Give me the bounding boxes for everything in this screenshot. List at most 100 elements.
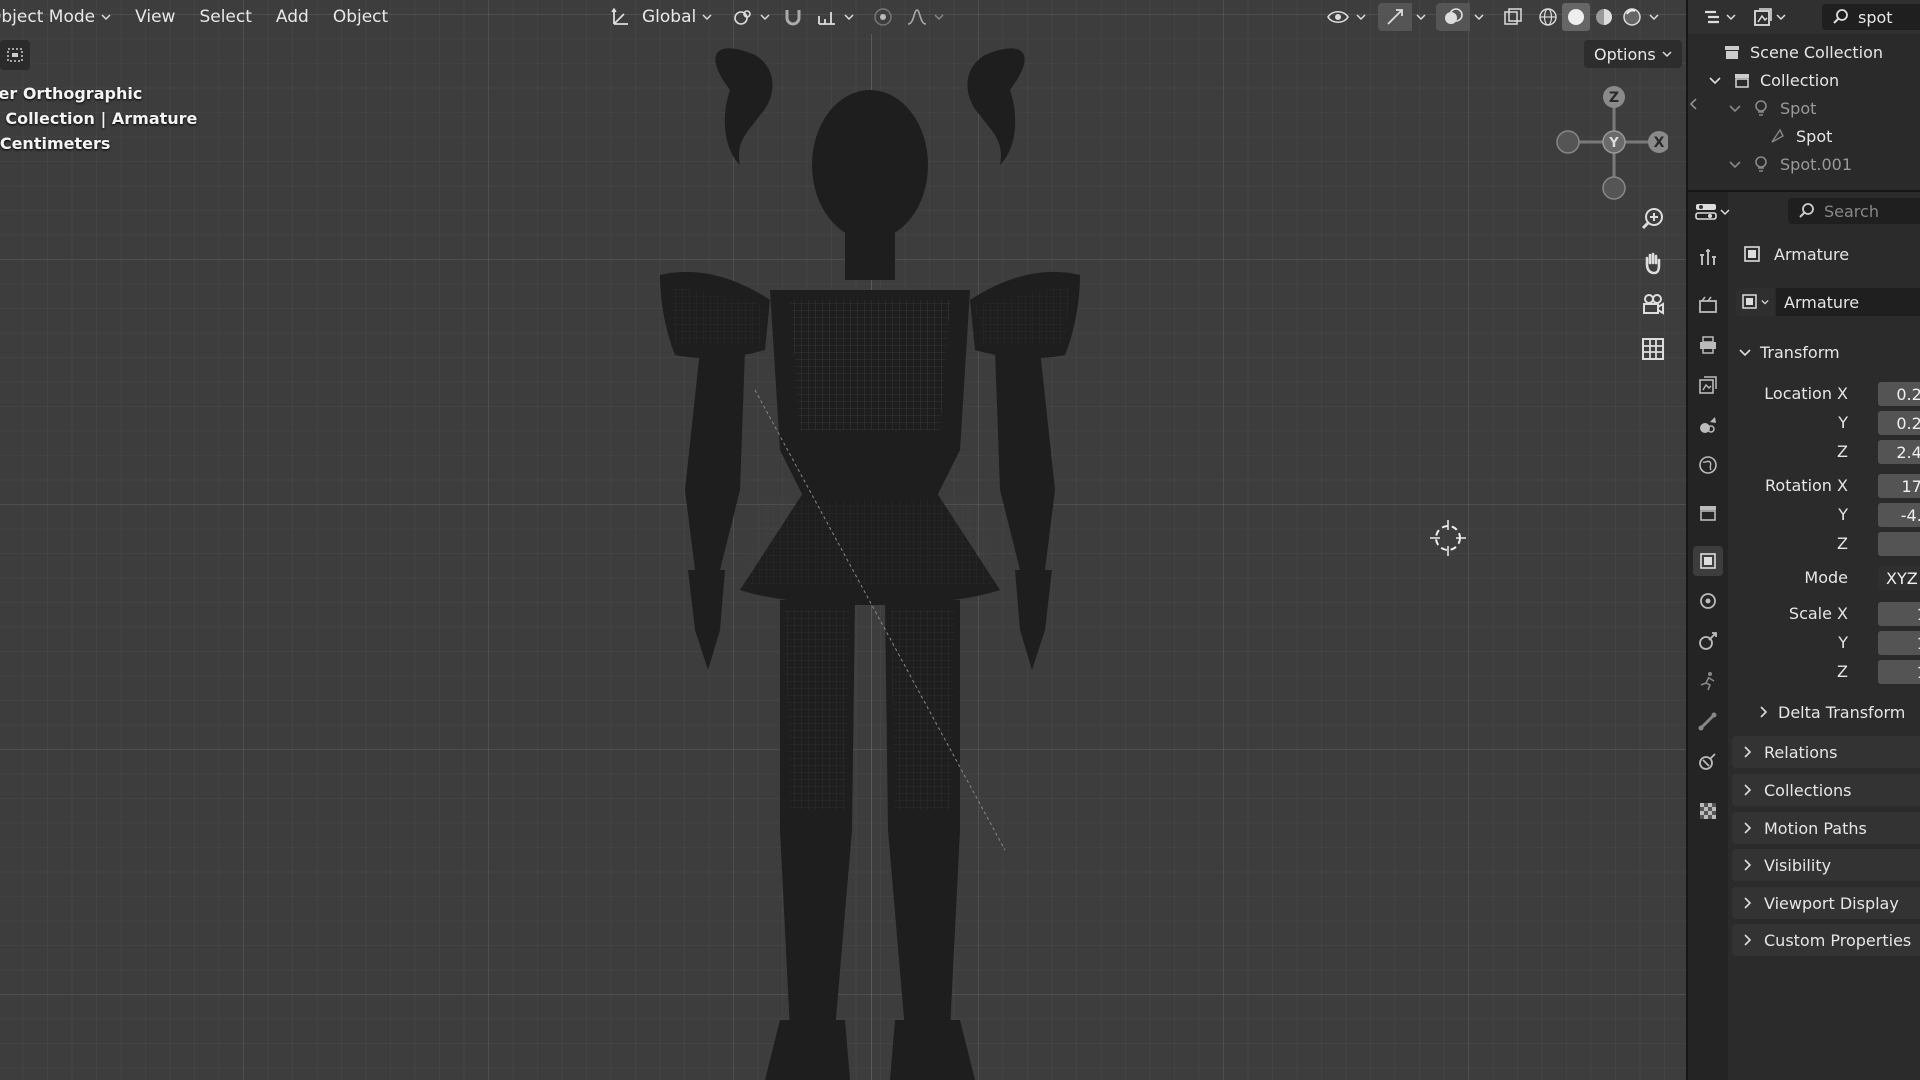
view-layer-icon	[1754, 8, 1772, 26]
navigation-gizmo[interactable]: Z X Y	[1548, 80, 1668, 200]
collection-icon	[1735, 74, 1749, 88]
tab-view-layer[interactable]	[1693, 370, 1723, 400]
tab-tool[interactable]	[1693, 242, 1723, 272]
outliner-row-scene-collection[interactable]: Scene Collection	[1722, 38, 1883, 66]
snap-toggle[interactable]	[776, 3, 810, 31]
outliner-row-spot-data[interactable]: Spot	[1768, 122, 1832, 150]
datablock-name-input[interactable]: Armature	[1776, 288, 1920, 316]
properties-editor-select[interactable]	[1694, 198, 1730, 226]
gizmo-toggle[interactable]	[1378, 3, 1412, 31]
xray-toggle[interactable]	[1496, 3, 1530, 31]
gizmo-x-label[interactable]: X	[1654, 135, 1665, 151]
custom-properties-panel-header[interactable]: Custom Properties	[1732, 924, 1920, 956]
view-name-text: User Orthographic	[0, 84, 143, 103]
camera-view-button[interactable]	[1636, 288, 1670, 322]
tab-object-data[interactable]	[1693, 706, 1723, 736]
proportional-edit-icon	[874, 8, 892, 26]
location-z-field[interactable]: 2.47	[1878, 440, 1920, 464]
gizmo-z-label[interactable]: Z	[1609, 90, 1619, 106]
outliner-row-label: Spot.001	[1780, 154, 1852, 174]
viewport-display-panel-header[interactable]: Viewport Display	[1732, 887, 1920, 919]
menu-add[interactable]: Add	[264, 0, 321, 34]
location-x-field[interactable]: 0.29	[1878, 382, 1920, 406]
shading-material-button[interactable]	[1590, 3, 1618, 31]
outliner-row-collection[interactable]: Collection	[1708, 66, 1839, 94]
magnet-icon	[785, 10, 801, 26]
character-model[interactable]	[640, 30, 1100, 1080]
visibility-panel-header[interactable]: Visibility	[1732, 849, 1920, 881]
overlays-toggle[interactable]	[1436, 3, 1470, 31]
overlays-dropdown[interactable]	[1470, 3, 1488, 31]
panel-title: Motion Paths	[1764, 818, 1867, 838]
tab-world[interactable]	[1693, 450, 1723, 480]
transform-panel-header[interactable]: Transform	[1738, 338, 1840, 366]
mode-select[interactable]: Object Mode	[0, 0, 117, 34]
toolbar-toggle-button[interactable]	[0, 40, 30, 70]
shading-wireframe-button[interactable]	[1534, 3, 1562, 31]
tab-output[interactable]	[1693, 330, 1723, 360]
perspective-toggle-button[interactable]	[1636, 332, 1670, 366]
chevron-down-icon[interactable]	[1728, 157, 1742, 171]
menu-select[interactable]: Select	[187, 0, 263, 34]
object-datablock-field[interactable]: Armature	[1736, 288, 1920, 316]
tab-object[interactable]	[1693, 546, 1723, 576]
pivot-icon	[734, 10, 752, 25]
snap-target-button[interactable]	[810, 3, 860, 31]
3d-viewport[interactable]: Object Mode View Select Add Object Globa…	[0, 0, 1686, 1080]
shading-solid-button[interactable]	[1562, 3, 1590, 31]
running-figure-icon	[1700, 672, 1715, 691]
menu-view[interactable]: View	[123, 0, 187, 34]
zoom-button[interactable]	[1636, 202, 1670, 236]
editor-type-select[interactable]	[1702, 3, 1736, 31]
tab-physics[interactable]	[1693, 666, 1723, 696]
rotation-z-field[interactable]: 0	[1878, 532, 1920, 556]
outliner-search-value: spot	[1858, 7, 1893, 27]
location-y-field[interactable]: 0.24	[1878, 411, 1920, 435]
proportional-edit-toggle[interactable]	[866, 3, 900, 31]
relations-panel-header[interactable]: Relations	[1732, 736, 1920, 768]
rotation-y-field[interactable]: -4.1	[1878, 503, 1920, 527]
properties-search-input[interactable]: Search	[1788, 198, 1920, 224]
search-icon	[1799, 203, 1814, 218]
outliner-row-spot[interactable]: Spot	[1728, 94, 1816, 122]
gizmo-y-label[interactable]: Y	[1608, 136, 1619, 151]
chevron-down-icon	[1474, 14, 1484, 21]
chevron-down-icon[interactable]	[1708, 73, 1722, 87]
pivot-point-button[interactable]	[726, 3, 776, 31]
pan-button[interactable]	[1636, 246, 1670, 280]
tab-collection[interactable]	[1693, 498, 1723, 528]
proportional-falloff-select[interactable]	[900, 3, 950, 31]
shading-rendered-button[interactable]	[1618, 3, 1646, 31]
tab-texture[interactable]	[1693, 796, 1723, 826]
visibility-select[interactable]	[1320, 3, 1372, 31]
datablock-browse-button[interactable]	[1736, 288, 1774, 316]
gizmo-dropdown[interactable]	[1412, 3, 1430, 31]
tab-bone-constraints[interactable]	[1693, 746, 1723, 776]
shading-dropdown[interactable]	[1646, 3, 1662, 31]
delta-transform-subpanel[interactable]: Delta Transform	[1756, 698, 1905, 726]
scale-z-field[interactable]: 1.	[1878, 660, 1920, 684]
menu-object[interactable]: Object	[321, 0, 400, 34]
display-mode-select[interactable]	[1752, 3, 1786, 31]
tab-constraints[interactable]	[1693, 626, 1723, 656]
collections-panel-header[interactable]: Collections	[1732, 774, 1920, 806]
motion-paths-panel-header[interactable]: Motion Paths	[1732, 812, 1920, 844]
outliner-search-input[interactable]: spot	[1822, 4, 1920, 30]
scale-x-field[interactable]: 1.	[1878, 602, 1920, 626]
outliner-row-spot-001[interactable]: Spot.001	[1728, 150, 1852, 178]
chevron-down-icon[interactable]	[1728, 101, 1742, 115]
gizmo-icon	[1387, 9, 1403, 25]
tab-scene[interactable]	[1693, 410, 1723, 440]
light-data-icon	[1771, 128, 1784, 143]
transform-orientation-select[interactable]: Global	[604, 3, 718, 31]
chevron-down-icon	[934, 14, 944, 21]
rotation-x-field[interactable]: 179	[1878, 474, 1920, 498]
outliner-collapse-arrow[interactable]	[1688, 96, 1698, 112]
tab-render[interactable]	[1693, 290, 1723, 320]
options-button[interactable]: Options	[1584, 40, 1682, 68]
rotation-mode-select[interactable]: XYZ E	[1878, 566, 1920, 590]
chevron-down-icon	[1649, 14, 1659, 21]
tab-modifiers[interactable]	[1693, 586, 1723, 616]
scale-y-field[interactable]: 1.	[1878, 631, 1920, 655]
orientation-icon	[611, 7, 628, 25]
